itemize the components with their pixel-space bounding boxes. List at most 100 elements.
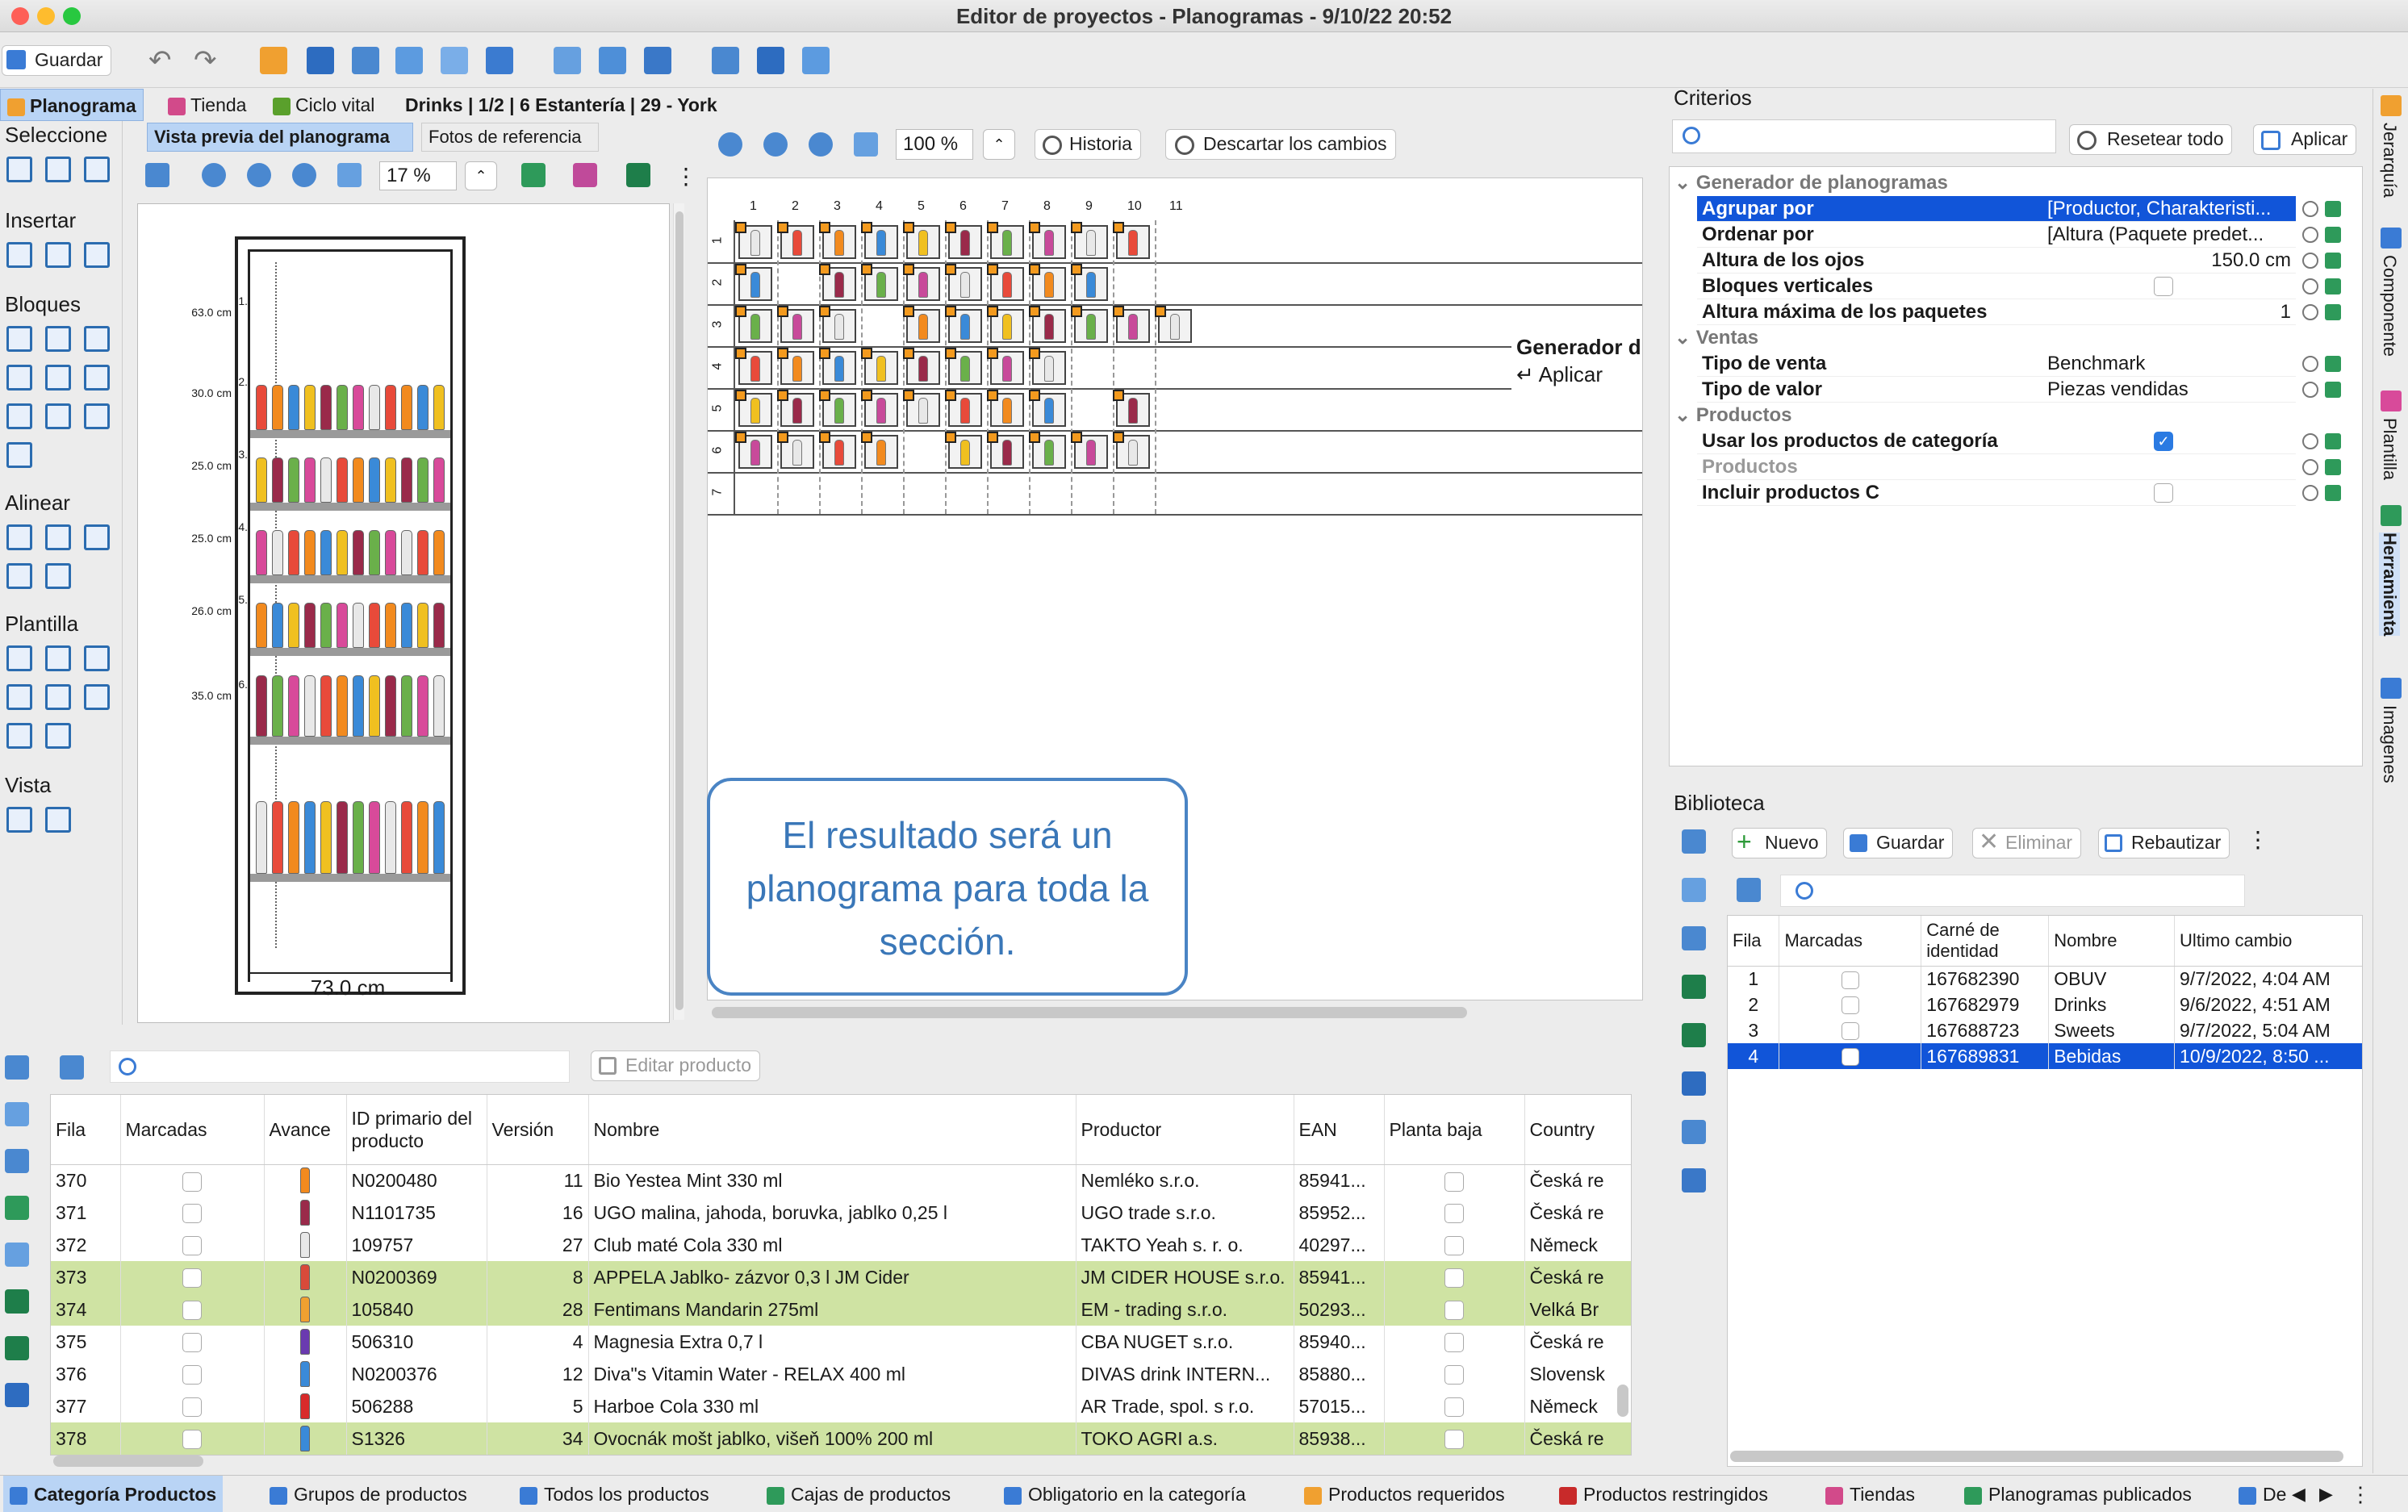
- bottom-tab-3[interactable]: Cajas de productos: [760, 1476, 957, 1512]
- criteria-section-header[interactable]: ⌄ Generador de planogramas: [1674, 170, 1948, 196]
- anchor-handle[interactable]: [1029, 222, 1040, 233]
- product-row-checkbox[interactable]: [182, 1204, 202, 1224]
- anchor-handle[interactable]: [861, 432, 872, 443]
- library-copy-icon[interactable]: [1682, 878, 1706, 902]
- anchor-handle[interactable]: [987, 390, 998, 401]
- list-view-icon[interactable]: [307, 47, 334, 74]
- apply-row-icon[interactable]: [2325, 227, 2341, 243]
- template-blocks-icon[interactable]: [84, 684, 110, 710]
- anchor-handle[interactable]: [1071, 264, 1082, 275]
- criteria-row-key[interactable]: Altura de los ojos: [1697, 248, 2042, 274]
- product-row[interactable]: 375 506310 4 Magnesia Extra 0,7 l CBA NUGET …: [51, 1326, 1631, 1358]
- library-excel-import-icon[interactable]: [1682, 1023, 1706, 1047]
- library-hscrollbar[interactable]: [1730, 1451, 2343, 1462]
- planta-baja-checkbox[interactable]: [1444, 1397, 1464, 1418]
- bottom-tab-7[interactable]: Tiendas: [1819, 1476, 1921, 1512]
- layout-icon[interactable]: [486, 47, 513, 74]
- products-hscrollbar[interactable]: [53, 1456, 203, 1467]
- pointer-tool-icon[interactable]: [521, 163, 546, 187]
- anchor-handle[interactable]: [987, 222, 998, 233]
- apply-row-icon[interactable]: [2325, 201, 2341, 217]
- more-icon[interactable]: ⋮: [675, 163, 697, 190]
- anchor-handle[interactable]: [777, 306, 788, 317]
- anchor-handle[interactable]: [861, 348, 872, 359]
- anchor-handle[interactable]: [1113, 222, 1124, 233]
- block-3d-icon[interactable]: [84, 326, 110, 352]
- anchor-handle[interactable]: [735, 348, 746, 359]
- anchor-handle[interactable]: [987, 432, 998, 443]
- criteria-row-value[interactable]: 150.0 cm: [2042, 248, 2296, 274]
- block-arrange-icon[interactable]: [6, 442, 32, 468]
- template-triangle-icon[interactable]: [45, 723, 71, 749]
- products-excel-icon[interactable]: [5, 1289, 29, 1314]
- criteria-row-key[interactable]: Bloques verticales: [1697, 274, 2042, 299]
- editor-zoom-fit-icon[interactable]: [809, 132, 833, 157]
- products-header-cell[interactable]: Avance: [264, 1095, 347, 1165]
- anchor-handle[interactable]: [735, 432, 746, 443]
- anchor-handle[interactable]: [945, 264, 956, 275]
- block-resize-icon[interactable]: [45, 326, 71, 352]
- view-color-icon[interactable]: [6, 807, 32, 833]
- tabs-scroll-left-icon[interactable]: ◀: [2292, 1476, 2306, 1512]
- apply-row-icon[interactable]: [2325, 356, 2341, 372]
- editor-zoom-stepper[interactable]: ⌃: [983, 129, 1015, 160]
- preview-scrollbar-thumb[interactable]: [675, 211, 684, 1010]
- tabs-scroll-right-icon[interactable]: ▶: [2319, 1476, 2333, 1512]
- product-row-checkbox[interactable]: [182, 1397, 202, 1418]
- reset-row-icon[interactable]: [2302, 227, 2318, 243]
- bottom-tab-1[interactable]: Grupos de productos: [263, 1476, 474, 1512]
- bottom-tab-5[interactable]: Productos requeridos: [1298, 1476, 1511, 1512]
- bottom-tab-8[interactable]: Planogramas publicados: [1958, 1476, 2198, 1512]
- anchor-handle[interactable]: [1071, 432, 1082, 443]
- editor-zoom-field[interactable]: 100 %: [896, 129, 973, 160]
- insert-text-icon[interactable]: [84, 242, 110, 268]
- tabs-more-icon[interactable]: ⋮: [2350, 1476, 2371, 1512]
- anchor-handle[interactable]: [945, 306, 956, 317]
- anchor-handle[interactable]: [1029, 390, 1040, 401]
- anchor-handle[interactable]: [903, 390, 914, 401]
- product-row[interactable]: 370 N0200480 11 Bio Yestea Mint 330 ml Nemlé…: [51, 1164, 1631, 1197]
- right-tab-3[interactable]: Herramienta: [2379, 533, 2400, 637]
- anchor-handle[interactable]: [819, 222, 830, 233]
- library-check-icon[interactable]: [1682, 829, 1706, 854]
- library-row[interactable]: 1 167682390 OBUV 9/7/2022, 4:04 AM: [1728, 966, 2362, 992]
- planta-baja-checkbox[interactable]: [1444, 1268, 1464, 1289]
- editor-fit-page-icon[interactable]: [854, 132, 878, 157]
- anchor-handle[interactable]: [945, 432, 956, 443]
- products-header-cell[interactable]: EAN: [1294, 1095, 1385, 1165]
- library-header-cell[interactable]: Carné de identidad: [1921, 916, 2050, 967]
- select-area-icon[interactable]: [45, 157, 71, 182]
- anchor-handle[interactable]: [1113, 306, 1124, 317]
- anchor-handle[interactable]: [777, 348, 788, 359]
- products-table-icon[interactable]: [60, 1055, 84, 1080]
- anchor-handle[interactable]: [1029, 264, 1040, 275]
- right-tab-icon[interactable]: [2381, 391, 2402, 411]
- criteria-row-key[interactable]: Ordenar por: [1697, 222, 2042, 248]
- products-header-cell[interactable]: Planta baja: [1384, 1095, 1525, 1165]
- reset-row-icon[interactable]: [2302, 485, 2318, 501]
- tab-preview[interactable]: Vista previa del planograma: [147, 123, 413, 152]
- anchor-handle[interactable]: [903, 348, 914, 359]
- align-right-icon[interactable]: [84, 524, 110, 550]
- template-matrix-icon[interactable]: [6, 723, 32, 749]
- distribute-icon[interactable]: [45, 563, 71, 589]
- block-rotate-icon[interactable]: [45, 365, 71, 391]
- measure-icon[interactable]: [441, 47, 468, 74]
- library-header-cell[interactable]: Ultimo cambio: [2174, 916, 2362, 967]
- insert-shelf-icon[interactable]: [6, 242, 32, 268]
- tab-tienda[interactable]: Tienda: [161, 89, 253, 121]
- block-group-icon[interactable]: [6, 326, 32, 352]
- criteria-row-key[interactable]: Incluir productos C: [1697, 480, 2042, 506]
- right-tab-icon[interactable]: [2381, 228, 2402, 249]
- grid-planogram-icon[interactable]: [554, 47, 581, 74]
- anchor-handle[interactable]: [1113, 432, 1124, 443]
- product-row[interactable]: 374 105840 28 Fentimans Mandarin 275ml EM - …: [51, 1293, 1631, 1326]
- preview-zoom-stepper[interactable]: ⌃: [465, 161, 497, 190]
- undo-icon[interactable]: ↶: [148, 47, 176, 74]
- products-header-cell[interactable]: Versión: [487, 1095, 589, 1165]
- template-cols-icon[interactable]: [45, 684, 71, 710]
- product-row[interactable]: 376 N0200376 12 Diva"s Vitamin Water - RELA…: [51, 1358, 1631, 1390]
- products-search-input[interactable]: [110, 1050, 570, 1083]
- library-row[interactable]: 4 167689831 Bebidas 10/9/2022, 8:50 ...: [1728, 1043, 2362, 1069]
- anchor-handle[interactable]: [735, 306, 746, 317]
